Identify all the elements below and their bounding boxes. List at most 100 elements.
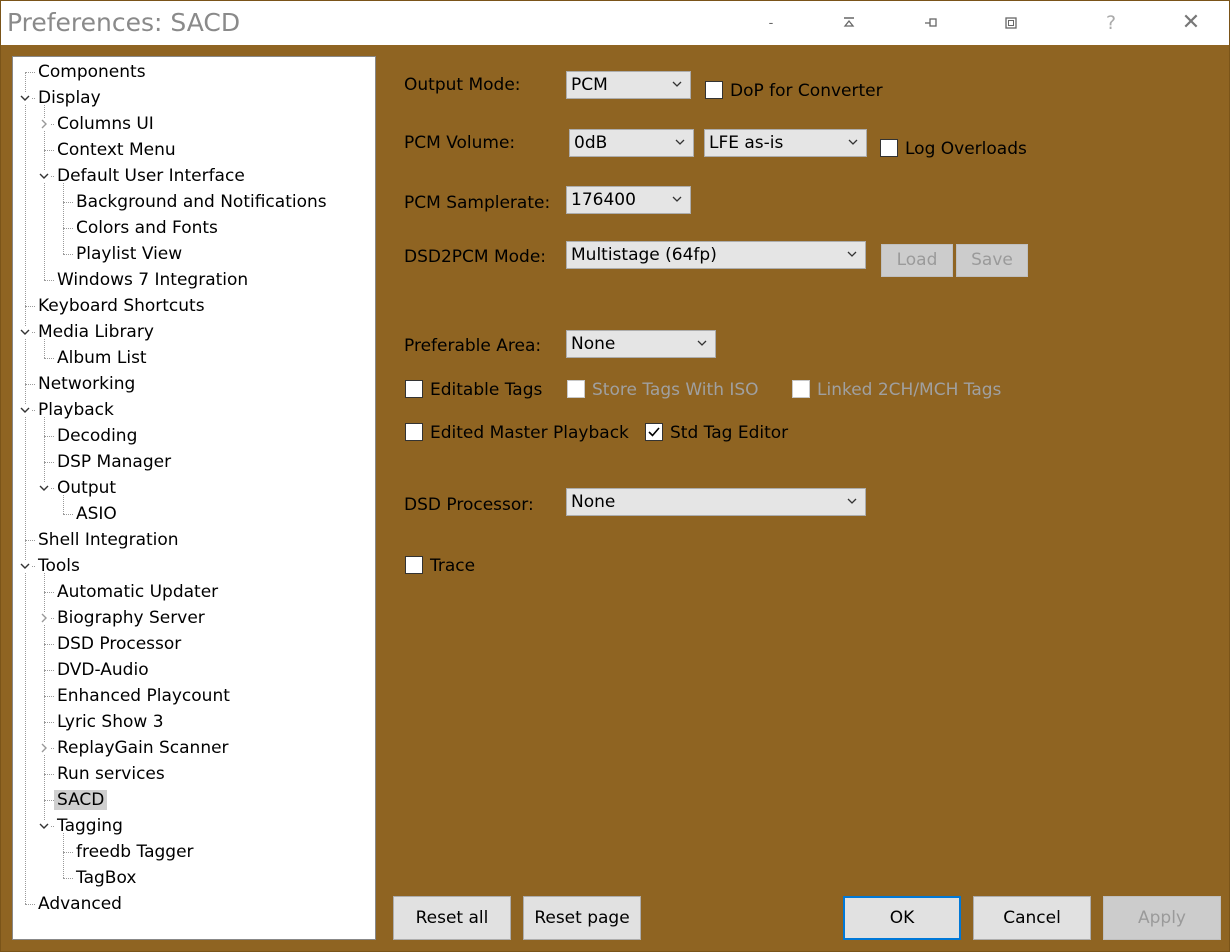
pcm-samplerate-dropdown[interactable]: 176400 — [566, 186, 691, 214]
tree-item[interactable]: Windows 7 Integration — [54, 267, 251, 293]
roll-up-button[interactable] — [834, 9, 864, 37]
tree-guide — [25, 72, 26, 904]
tree-item[interactable]: Biography Server — [54, 605, 208, 631]
apply-button[interactable]: Apply — [1103, 896, 1221, 940]
chevron-down-icon[interactable] — [38, 482, 50, 494]
tree-item[interactable]: ReplayGain Scanner — [54, 735, 232, 761]
dsd-processor-dropdown[interactable]: None — [566, 488, 866, 516]
tree-item[interactable]: Tools — [35, 553, 83, 579]
pcm-volume-value: 0dB — [574, 133, 608, 153]
preferable-area-label: Preferable Area: — [404, 336, 542, 356]
chevron-down-icon[interactable] — [19, 92, 31, 104]
tree-item-label: SACD — [54, 790, 108, 810]
pcm-volume-dropdown[interactable]: 0dB — [569, 129, 694, 157]
std-tag-editor-checkbox[interactable] — [645, 423, 663, 441]
output-mode-dropdown[interactable]: PCM — [566, 71, 691, 99]
tree-item[interactable]: Enhanced Playcount — [54, 683, 233, 709]
tree-item-label: Playlist View — [76, 244, 183, 264]
chevron-down-icon — [672, 196, 682, 202]
tree-guide — [63, 183, 64, 254]
tree-item[interactable]: Context Menu — [54, 137, 179, 163]
tree-item[interactable]: SACD — [54, 787, 108, 813]
dop-checkbox[interactable] — [705, 81, 723, 99]
pcm-samplerate-label: PCM Samplerate: — [404, 193, 551, 213]
tree-item[interactable]: Columns UI — [54, 111, 157, 137]
chevron-down-icon — [848, 139, 858, 145]
help-button[interactable]: ? — [1096, 9, 1126, 37]
tree-item[interactable]: Decoding — [54, 423, 140, 449]
tree-item[interactable]: Playlist View — [73, 241, 185, 267]
dsd-processor-label: DSD Processor: — [404, 495, 534, 515]
trace-checkbox[interactable] — [405, 556, 423, 574]
load-button[interactable]: Load — [881, 244, 953, 277]
editable-tags-checkbox[interactable] — [405, 380, 423, 398]
tree-item[interactable]: Shell Integration — [35, 527, 182, 553]
cancel-button[interactable]: Cancel — [973, 896, 1091, 940]
tree-item[interactable]: Background and Notifications — [73, 189, 330, 215]
linked-tags-checkbox[interactable] — [792, 380, 810, 398]
preferable-area-dropdown[interactable]: None — [566, 330, 716, 358]
dsd2pcm-value: Multistage (64fp) — [571, 245, 717, 265]
chevron-down-icon[interactable] — [19, 326, 31, 338]
tree-connector — [25, 72, 35, 73]
output-mode-value: PCM — [571, 75, 608, 95]
reset-all-button[interactable]: Reset all — [393, 896, 511, 940]
minimize-button[interactable]: - — [756, 9, 786, 37]
maximize-button[interactable] — [996, 9, 1026, 37]
store-tags-checkbox[interactable] — [567, 380, 585, 398]
tree-connector — [44, 800, 54, 801]
title-bar: Preferences: SACD - ? ✕ — [1, 1, 1229, 45]
tree-item[interactable]: Colors and Fonts — [73, 215, 221, 241]
tree-connector — [63, 514, 73, 515]
minimize-icon: - — [768, 16, 774, 31]
chevron-right-icon[interactable] — [38, 612, 50, 624]
tree-item[interactable]: Default User Interface — [54, 163, 248, 189]
dsd2pcm-label: DSD2PCM Mode: — [404, 247, 547, 267]
save-button[interactable]: Save — [956, 244, 1028, 277]
tree-item[interactable]: ASIO — [73, 501, 120, 527]
chevron-down-icon[interactable] — [19, 560, 31, 572]
tree-item[interactable]: Keyboard Shortcuts — [35, 293, 208, 319]
tree-item-label: Default User Interface — [57, 166, 245, 186]
preferences-window: Preferences: SACD - ? ✕ Components Displa… — [0, 0, 1230, 952]
tree-item[interactable]: Automatic Updater — [54, 579, 221, 605]
dsd2pcm-dropdown[interactable]: Multistage (64fp) — [566, 241, 866, 269]
tree-item[interactable]: Lyric Show 3 — [54, 709, 167, 735]
tree-item-label: ReplayGain Scanner — [57, 738, 229, 758]
pin-button[interactable] — [916, 9, 946, 37]
tree-item[interactable]: Output — [54, 475, 119, 501]
lfe-dropdown[interactable]: LFE as-is — [704, 129, 867, 157]
chevron-down-icon[interactable] — [38, 820, 50, 832]
tree-connector — [44, 696, 54, 697]
tree-item[interactable]: Components — [35, 59, 149, 85]
chevron-right-icon[interactable] — [38, 742, 50, 754]
tree-item[interactable]: freedb Tagger — [73, 839, 197, 865]
chevron-right-icon[interactable] — [38, 118, 50, 130]
tree-item[interactable]: Media Library — [35, 319, 157, 345]
chevron-down-icon — [675, 139, 685, 145]
tree-item[interactable]: Playback — [35, 397, 117, 423]
ok-button[interactable]: OK — [843, 896, 961, 940]
reset-page-button[interactable]: Reset page — [523, 896, 641, 940]
tree-item[interactable]: DVD-Audio — [54, 657, 152, 683]
close-button[interactable]: ✕ — [1176, 9, 1206, 37]
tree-item[interactable]: Display — [35, 85, 104, 111]
chevron-down-icon[interactable] — [38, 170, 50, 182]
tree-item[interactable]: Run services — [54, 761, 168, 787]
tree-item[interactable]: DSP Manager — [54, 449, 174, 475]
tree-item-label: Enhanced Playcount — [57, 686, 230, 706]
tree-guide — [63, 833, 64, 878]
edited-master-checkbox[interactable] — [405, 423, 423, 441]
log-overloads-label: Log Overloads — [905, 139, 1027, 159]
tree-item[interactable]: Advanced — [35, 891, 125, 917]
tree-item[interactable]: Networking — [35, 371, 138, 397]
log-overloads-checkbox[interactable] — [880, 139, 898, 157]
tree-item[interactable]: Tagging — [54, 813, 126, 839]
chevron-down-icon[interactable] — [19, 404, 31, 416]
tree-connector — [44, 644, 54, 645]
tree-item[interactable]: TagBox — [73, 865, 139, 891]
tree-item[interactable]: Album List — [54, 345, 150, 371]
tree-item[interactable]: DSD Processor — [54, 631, 184, 657]
dop-label: DoP for Converter — [730, 81, 883, 101]
preferences-tree[interactable]: Components Display Columns UI Context Menu D… — [12, 56, 376, 940]
